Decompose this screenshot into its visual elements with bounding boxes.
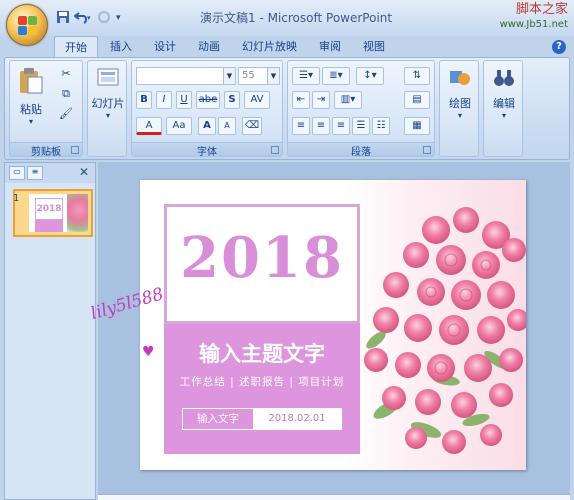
shrink-font-button[interactable]: A xyxy=(218,117,236,135)
bullets-icon[interactable]: ☰▾ xyxy=(292,67,320,85)
slide-canvas[interactable]: 2018 输入主题文字 工作总结 | 述职报告 | 项目计划 输入文字 2018… xyxy=(140,180,526,470)
chevron-down-icon: ▼ xyxy=(223,68,235,84)
bold-button[interactable]: B xyxy=(136,91,152,109)
title-bar: ▾ ▾ 演示文稿1 - Microsoft PowerPoint 脚本之家 ww… xyxy=(0,0,574,36)
format-painter-icon[interactable]: 🖌 xyxy=(58,107,74,120)
line-spacing-icon[interactable]: ↕▾ xyxy=(356,67,384,85)
main-title[interactable]: 输入主题文字 xyxy=(164,338,360,368)
year-text[interactable]: 2018 xyxy=(167,225,357,291)
watermark-site: 脚本之家 xyxy=(515,2,568,17)
increase-indent-icon[interactable]: ⇥ xyxy=(312,91,330,109)
align-right-icon[interactable]: ≡ xyxy=(332,117,350,135)
qat-customize-icon[interactable]: ▾ xyxy=(116,13,121,23)
cut-icon[interactable]: ✂ xyxy=(58,67,74,80)
tab-animations[interactable]: 动画 xyxy=(188,36,230,58)
align-center-icon[interactable]: ≡ xyxy=(312,117,330,135)
paste-button[interactable]: 粘贴 ▾ xyxy=(14,67,48,126)
slides-tab[interactable]: ▭ xyxy=(9,166,25,180)
tab-insert[interactable]: 插入 xyxy=(100,36,142,58)
year-frame: 2018 xyxy=(164,204,360,324)
ribbon-tabs: 开始 插入 设计 动画 幻灯片放映 审阅 视图 xyxy=(54,36,395,58)
align-left-icon[interactable]: ≡ xyxy=(292,117,310,135)
office-logo-icon xyxy=(18,16,38,36)
info-box: 输入文字 2018.02.01 xyxy=(182,408,342,430)
quick-access-toolbar: ▾ ▾ xyxy=(56,8,121,28)
font-group: ▼ 55 ▼ B I U abe S AV A Aa A A ⌫ 字体 xyxy=(131,60,283,158)
strikethrough-button[interactable]: abe xyxy=(196,91,220,109)
shapes-icon xyxy=(440,67,480,92)
editing-group: 编辑 ▾ xyxy=(483,60,523,157)
copy-icon[interactable]: ⧉ xyxy=(58,87,74,101)
tab-review[interactable]: 审阅 xyxy=(309,36,351,58)
date-text[interactable]: 2018.02.01 xyxy=(253,409,341,429)
slides-group: 幻灯片 ▾ xyxy=(87,60,127,157)
drawing-group: 绘图 ▾ xyxy=(439,60,479,157)
font-launcher[interactable] xyxy=(271,146,279,154)
shadow-button[interactable]: S xyxy=(224,91,240,109)
chevron-down-icon: ▼ xyxy=(267,68,279,84)
window-title: 演示文稿1 - Microsoft PowerPoint xyxy=(200,11,393,25)
numbering-icon[interactable]: ≣▾ xyxy=(322,67,350,85)
paragraph-launcher[interactable] xyxy=(423,146,431,154)
decrease-indent-icon[interactable]: ⇤ xyxy=(292,91,310,109)
thumbnail-preview: 2018 xyxy=(29,194,88,232)
slides-pane: ▭ ≡ ✕ 2018 1 xyxy=(4,162,96,500)
italic-button[interactable]: I xyxy=(156,91,172,109)
svg-text:▾: ▾ xyxy=(87,14,91,22)
notes-pane[interactable] xyxy=(98,494,570,500)
grow-font-button[interactable]: A xyxy=(198,117,216,135)
clipboard-group: 粘贴 ▾ ✂ ⧉ 🖌 剪贴板 xyxy=(9,60,83,158)
new-slide-icon xyxy=(88,67,128,92)
help-icon[interactable]: ? xyxy=(552,40,566,54)
new-slide-button[interactable]: 幻灯片 ▾ xyxy=(88,67,128,120)
paragraph-group: ☰▾ ≣▾ ↕▾ ⇅ ⇤ ⇥ ▥▾ ▤ ≡ ≡ ≡ ☰ ☷ ▦ 段落 xyxy=(287,60,435,158)
save-icon[interactable] xyxy=(56,10,70,27)
title-block: 输入主题文字 工作总结 | 述职报告 | 项目计划 输入文字 2018.02.0… xyxy=(164,324,360,454)
distributed-icon[interactable]: ☷ xyxy=(372,117,390,135)
justify-icon[interactable]: ☰ xyxy=(352,117,370,135)
paste-icon xyxy=(14,67,48,98)
paragraph-group-label: 段落 xyxy=(288,142,434,158)
smartart-icon[interactable]: ▦ xyxy=(404,117,430,135)
font-name-combo[interactable]: ▼ xyxy=(136,67,236,85)
input-text-label[interactable]: 输入文字 xyxy=(183,409,253,429)
watermark-url: www.Jb51.net xyxy=(499,19,568,30)
slide-editing-area: 2018 输入主题文字 工作总结 | 述职报告 | 项目计划 输入文字 2018… xyxy=(98,162,570,500)
slide-thumbnail[interactable]: 2018 xyxy=(13,189,93,237)
undo-icon[interactable]: ▾ xyxy=(73,10,92,27)
watermark: 脚本之家 www.Jb51.net xyxy=(500,2,568,32)
heart-icon: ♥ xyxy=(142,344,155,360)
tab-home[interactable]: 开始 xyxy=(54,36,98,58)
close-icon[interactable]: ✕ xyxy=(79,165,89,179)
clipboard-launcher[interactable] xyxy=(71,146,79,154)
roses-image xyxy=(346,180,526,470)
align-text-icon[interactable]: ▤ xyxy=(404,91,430,109)
font-color-button[interactable]: A xyxy=(136,117,162,135)
outline-tab[interactable]: ≡ xyxy=(27,166,43,180)
clear-format-icon[interactable]: ⌫ xyxy=(242,117,262,135)
ribbon: 粘贴 ▾ ✂ ⧉ 🖌 剪贴板 幻灯片 ▾ ▼ 55 ▼ B I U abe S A… xyxy=(4,57,570,160)
slide-number: 1 xyxy=(13,193,20,204)
font-size-combo[interactable]: 55 ▼ xyxy=(238,67,280,85)
redo-icon[interactable] xyxy=(96,10,112,27)
text-direction-icon[interactable]: ⇅ xyxy=(404,67,430,85)
subtitle[interactable]: 工作总结 | 述职报告 | 项目计划 xyxy=(164,374,360,389)
office-button[interactable] xyxy=(6,4,48,46)
tab-slideshow[interactable]: 幻灯片放映 xyxy=(232,36,307,58)
columns-icon[interactable]: ▥▾ xyxy=(334,91,362,109)
underline-button[interactable]: U xyxy=(176,91,192,109)
tab-design[interactable]: 设计 xyxy=(144,36,186,58)
char-spacing-button[interactable]: AV xyxy=(244,91,270,109)
change-case-button[interactable]: Aa xyxy=(166,117,192,135)
tab-view[interactable]: 视图 xyxy=(353,36,395,58)
drawing-button[interactable]: 绘图 ▾ xyxy=(440,67,480,120)
binoculars-icon xyxy=(484,67,524,92)
editing-button[interactable]: 编辑 ▾ xyxy=(484,67,524,120)
font-group-label: 字体 xyxy=(132,142,282,158)
